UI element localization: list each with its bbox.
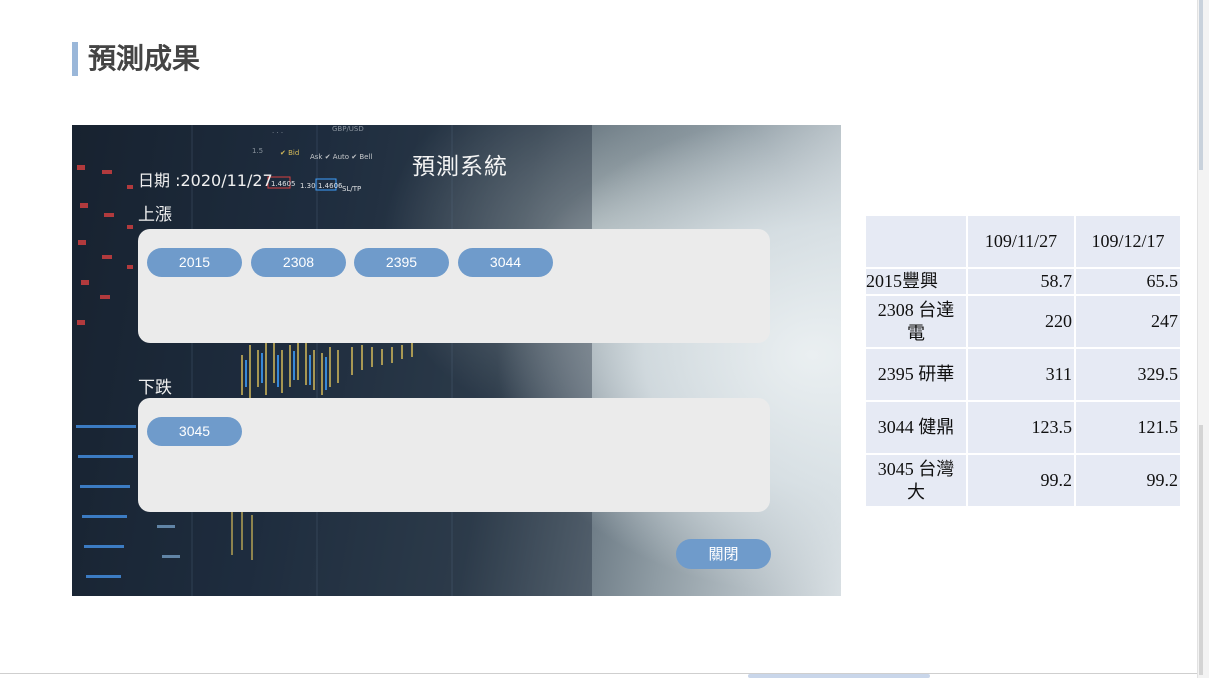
price-cell: 58.7	[966, 267, 1076, 296]
close-button[interactable]: 關閉	[676, 539, 771, 569]
svg-text:GBP/USD: GBP/USD	[332, 125, 364, 133]
svg-text:1.5: 1.5	[252, 147, 263, 155]
svg-text:Ask ✔ Auto ✔ Bell: Ask ✔ Auto ✔ Bell	[310, 153, 372, 161]
price-cell: 123.5	[966, 400, 1076, 455]
price-table: 109/11/27 109/12/17 2015豐興 58.7 65.5 230…	[864, 214, 1182, 508]
price-cell: 329.5	[1074, 347, 1182, 402]
stock-chip[interactable]: 2308	[251, 248, 346, 277]
fall-section-label: 下跌	[138, 378, 172, 398]
stock-name-cell: 2015豐興	[864, 267, 968, 296]
scrollbar-lower-segment[interactable]	[1199, 425, 1203, 675]
stock-chip[interactable]: 3044	[458, 248, 553, 277]
scrollbar-thumb[interactable]	[1199, 0, 1203, 170]
table-header-cell: 109/11/27	[966, 214, 1076, 269]
price-cell: 99.2	[966, 453, 1076, 508]
table-header-cell: 109/12/17	[1074, 214, 1182, 269]
rise-stock-list: 2015 2308 2395 3044	[138, 229, 770, 343]
stock-name-cell: 3044 健鼎	[864, 400, 968, 455]
stock-chart-background: · · · GBP/USD 1.5 ✔ Bid Ask ✔ Auto ✔ Bel…	[72, 125, 592, 596]
table-row: 3045 台灣大 99.2 99.2	[864, 453, 1182, 508]
price-cell: 247	[1074, 294, 1182, 349]
horizontal-scroll-indicator[interactable]	[748, 674, 930, 678]
prediction-panel: · · · GBP/USD 1.5 ✔ Bid Ask ✔ Auto ✔ Bel…	[72, 125, 841, 596]
svg-text:1.4605: 1.4605	[271, 180, 296, 188]
svg-text:1.30: 1.30	[300, 182, 316, 190]
bottom-divider	[0, 673, 1197, 674]
svg-text:SL/TP: SL/TP	[342, 185, 361, 193]
rise-section-label: 上漲	[138, 205, 172, 225]
stock-name-cell: 2395 研華	[864, 347, 968, 402]
price-cell: 99.2	[1074, 453, 1182, 508]
stock-name-cell: 2308 台達電	[864, 294, 968, 349]
price-cell: 220	[966, 294, 1076, 349]
stock-chip[interactable]: 2015	[147, 248, 242, 277]
stock-name-cell: 3045 台灣大	[864, 453, 968, 508]
price-cell: 121.5	[1074, 400, 1182, 455]
price-cell: 311	[966, 347, 1076, 402]
stock-chip[interactable]: 2395	[354, 248, 449, 277]
table-row: 2308 台達電 220 247	[864, 294, 1182, 349]
price-cell: 65.5	[1074, 267, 1182, 296]
svg-text:· · ·: · · ·	[272, 129, 283, 137]
date-label: 日期 :2020/11/27	[138, 171, 273, 190]
table-header-row: 109/11/27 109/12/17	[864, 214, 1182, 269]
table-row: 3044 健鼎 123.5 121.5	[864, 400, 1182, 455]
svg-text:1.4606: 1.4606	[318, 182, 343, 190]
table-row: 2395 研華 311 329.5	[864, 347, 1182, 402]
stock-chip[interactable]: 3045	[147, 417, 242, 446]
svg-text:✔ Bid: ✔ Bid	[280, 149, 299, 157]
system-title: 預測系統	[412, 154, 508, 180]
page-title: 預測成果	[72, 42, 200, 76]
table-row: 2015豐興 58.7 65.5	[864, 267, 1182, 296]
table-header-cell	[864, 214, 968, 269]
fall-stock-list: 3045	[138, 398, 770, 512]
